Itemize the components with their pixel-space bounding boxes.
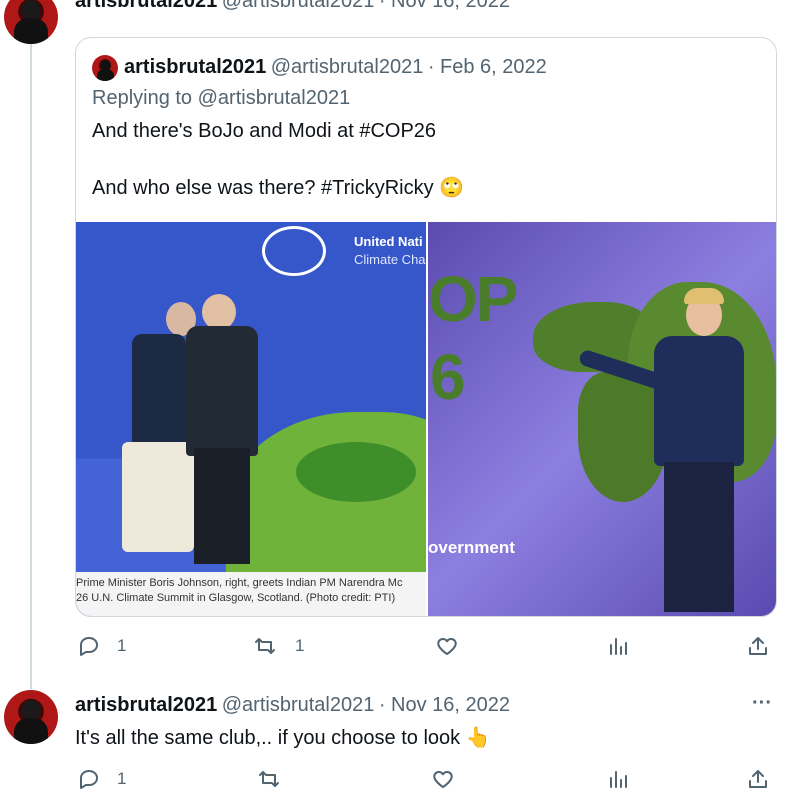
retweet-button[interactable] [257,767,281,791]
heart-icon [433,771,453,788]
more-options-icon[interactable]: ··· [752,0,772,11]
tweet-date[interactable]: · Nov 16, 2022 [379,0,510,12]
views-button[interactable] [606,634,630,658]
replying-to: Replying to @artisbrutal2021 [92,87,351,109]
share-button[interactable] [746,767,770,791]
quoted-header: artisbrutal2021 @artisbrutal2021 · Feb 6… [124,56,547,79]
banner-title: United Nati [354,234,423,249]
analytics-icon [610,638,627,655]
avatar[interactable] [4,0,58,44]
footer-word: overnment [428,538,515,557]
tweet-date[interactable]: · Nov 16, 2022 [379,694,510,716]
reply-count: 1 [117,769,127,788]
quoted-date: · Feb 6, 2022 [427,56,547,78]
quoted-author-handle: @artisbrutal2021 [270,56,424,78]
reply-icon [80,637,98,656]
quoted-author-name: artisbrutal2021 [124,56,267,78]
tweet-text: It's all the same club,.. if you choose … [75,727,491,749]
share-button[interactable] [746,634,770,658]
photo-cop26-presenter[interactable]: OP 6 overnment [428,222,776,616]
share-icon [749,770,767,788]
reply-count: 1 [117,636,127,655]
avatar [92,55,118,81]
reply-icon [80,770,98,789]
author-name[interactable]: artisbrutal2021 [75,694,217,716]
cop-sign: OP [428,263,518,335]
reply-button[interactable]: 1 [77,634,126,658]
retweet-icon [259,771,279,787]
cop-sign-digit: 6 [430,341,466,413]
retweet-count: 1 [295,636,305,655]
share-icon [749,637,767,655]
views-button[interactable] [606,767,630,791]
author-handle[interactable]: @artisbrutal2021 [222,694,375,716]
avatar[interactable] [4,690,58,744]
tweet-header: artisbrutal2021 @artisbrutal2021 · Nov 1… [75,0,510,13]
retweet-button[interactable]: 1 [253,634,304,658]
quoted-text-line2: And who else was there? #TrickyRicky 🙄 [92,177,465,199]
photo-bojo-modi[interactable]: United Nati Climate Cha Prime Minister B… [76,222,426,616]
author-name[interactable]: artisbrutal2021 [75,0,217,12]
photo-caption: Prime Minister Boris Johnson, right, gre… [76,572,426,616]
thread-line [30,44,32,689]
caption-line2: 26 U.N. Climate Summit in Glasgow, Scotl… [76,592,396,604]
caption-line1: Prime Minister Boris Johnson, right, gre… [76,577,403,589]
banner-subtitle: Climate Cha [354,252,426,267]
like-button[interactable] [431,767,455,791]
quoted-tweet-card[interactable]: artisbrutal2021 @artisbrutal2021 · Feb 6… [75,37,777,617]
retweet-icon [255,638,275,654]
heart-icon [437,638,457,655]
reply-button[interactable]: 1 [77,767,126,791]
un-logo-icon [262,226,326,276]
more-options-icon[interactable]: ··· [752,692,772,715]
quoted-text-line1: And there's BoJo and Modi at #COP26 [92,120,437,142]
tweet-header: artisbrutal2021 @artisbrutal2021 · Nov 1… [75,694,510,717]
analytics-icon [610,771,627,788]
like-button[interactable] [435,634,459,658]
author-handle[interactable]: @artisbrutal2021 [222,0,375,12]
